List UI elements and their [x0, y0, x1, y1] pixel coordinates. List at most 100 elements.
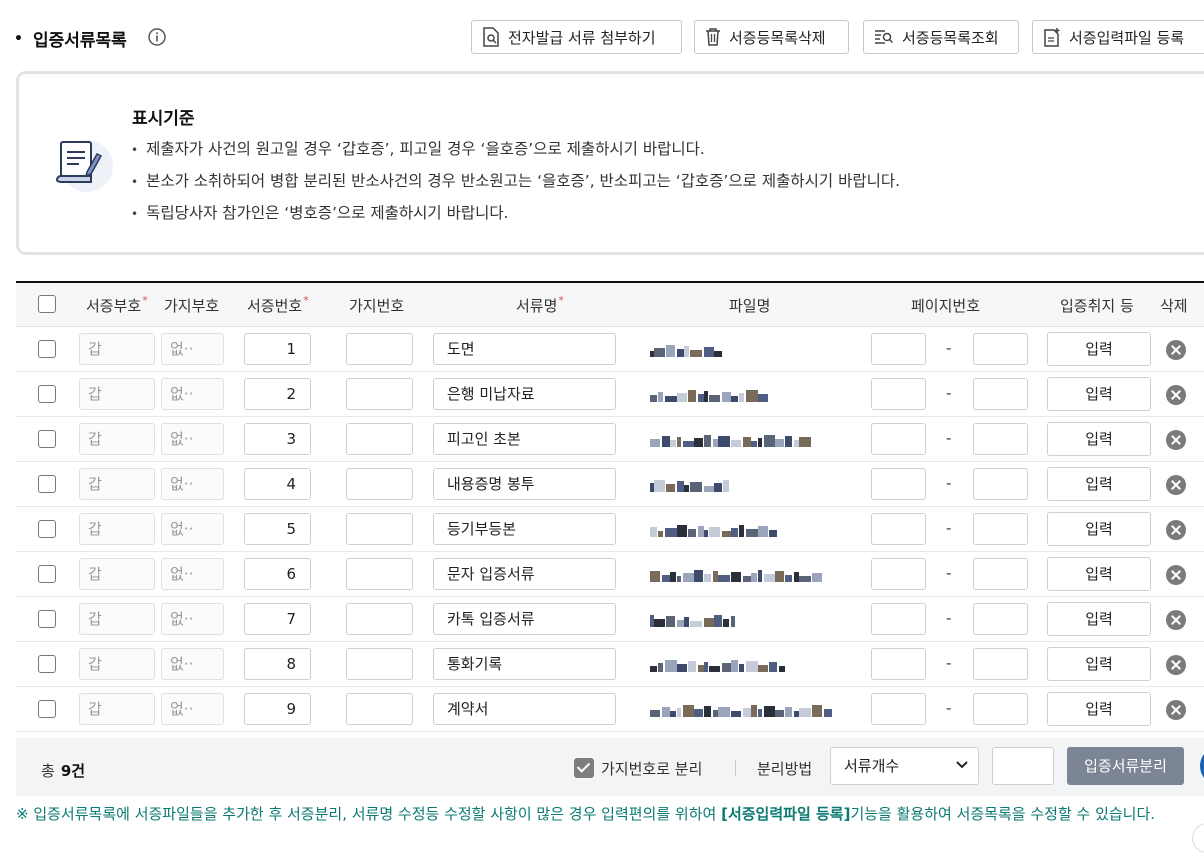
purpose-input-button[interactable]: 입력: [1047, 422, 1151, 456]
branch-no-input[interactable]: [346, 558, 413, 590]
delete-row-icon[interactable]: [1166, 385, 1186, 405]
redaction-block: [709, 395, 720, 402]
view-evidence-list-button[interactable]: 서증등목록조회: [863, 20, 1019, 54]
info-icon[interactable]: [147, 27, 167, 47]
purpose-input-button[interactable]: 입력: [1047, 692, 1151, 726]
page-from-input[interactable]: [871, 603, 926, 635]
redaction-block: [683, 573, 694, 582]
evidence-no-input[interactable]: 1: [244, 333, 311, 365]
split-method-select[interactable]: 서류개수: [830, 747, 979, 785]
row-checkbox[interactable]: [38, 430, 56, 448]
doc-name-input[interactable]: 도면: [433, 333, 616, 365]
floating-action-button[interactable]: [1200, 746, 1204, 786]
split-evidence-button[interactable]: 입증서류분리: [1067, 747, 1184, 785]
branch-no-input[interactable]: [346, 423, 413, 455]
doc-name-input[interactable]: 내용증명 봉투: [433, 468, 616, 500]
branch-no-input[interactable]: [346, 513, 413, 545]
scroll-top-button[interactable]: [1192, 823, 1204, 853]
page-to-input[interactable]: [973, 468, 1028, 500]
evidence-no-input[interactable]: 9: [244, 693, 311, 725]
purpose-input-button[interactable]: 입력: [1047, 602, 1151, 636]
redaction-block: [688, 529, 696, 537]
purpose-input-button[interactable]: 입력: [1047, 647, 1151, 681]
delete-row-icon[interactable]: [1166, 655, 1186, 675]
evidence-code-field: 갑: [79, 513, 155, 545]
redaction-block: [694, 438, 703, 447]
split-count-input[interactable]: [992, 747, 1054, 785]
doc-name-input[interactable]: 은행 미납자료: [433, 378, 616, 410]
doc-name-input[interactable]: 문자 입증서류: [433, 558, 616, 590]
branch-no-input[interactable]: [346, 603, 413, 635]
evidence-no-input[interactable]: 2: [244, 378, 311, 410]
page-from-input[interactable]: [871, 423, 926, 455]
delete-row-icon[interactable]: [1166, 520, 1186, 540]
row-checkbox[interactable]: [38, 610, 56, 628]
page-from-input[interactable]: [871, 693, 926, 725]
trash-icon: [706, 28, 720, 46]
page-to-input[interactable]: [973, 423, 1028, 455]
page-to-input[interactable]: [973, 333, 1028, 365]
doc-name-input[interactable]: 통화기록: [433, 648, 616, 680]
attach-electronic-docs-button[interactable]: 전자발급 서류 첨부하기: [471, 20, 682, 54]
evidence-no-input[interactable]: 5: [244, 513, 311, 545]
evidence-no-input[interactable]: 8: [244, 648, 311, 680]
delete-row-icon[interactable]: [1166, 700, 1186, 720]
row-checkbox[interactable]: [38, 385, 56, 403]
delete-row-icon[interactable]: [1166, 430, 1186, 450]
row-checkbox[interactable]: [38, 565, 56, 583]
evidence-no-input[interactable]: 7: [244, 603, 311, 635]
page-from-input[interactable]: [871, 378, 926, 410]
redaction-block: [758, 570, 762, 582]
select-all-checkbox[interactable]: [38, 295, 56, 313]
branch-no-input[interactable]: [346, 648, 413, 680]
purpose-input-button[interactable]: 입력: [1047, 467, 1151, 501]
row-checkbox[interactable]: [38, 475, 56, 493]
evidence-no-input[interactable]: 6: [244, 558, 311, 590]
evidence-no-input[interactable]: 3: [244, 423, 311, 455]
page-from-input[interactable]: [871, 513, 926, 545]
purpose-input-button[interactable]: 입력: [1047, 377, 1151, 411]
delete-row-icon[interactable]: [1166, 340, 1186, 360]
doc-name-input[interactable]: 카톡 입증서류: [433, 603, 616, 635]
page-from-input[interactable]: [871, 333, 926, 365]
table-row: 갑 없·· 7 카톡 입증서류 - 입력: [16, 597, 1204, 642]
row-checkbox[interactable]: [38, 655, 56, 673]
split-by-branch-checkbox[interactable]: [574, 758, 594, 778]
row-checkbox[interactable]: [38, 340, 56, 358]
page-to-input[interactable]: [973, 378, 1028, 410]
notice-list: 제출자가 사건의 원고일 경우 ‘갑호증’, 피고일 경우 ‘을호증’으로 제출…: [131, 138, 900, 234]
purpose-input-button[interactable]: 입력: [1047, 332, 1151, 366]
redaction-block: [688, 661, 696, 672]
delete-row-icon[interactable]: [1166, 610, 1186, 630]
page-to-input[interactable]: [973, 558, 1028, 590]
header-branch-no: 가지번호: [349, 297, 405, 315]
page-to-input[interactable]: [973, 513, 1028, 545]
redaction-block: [654, 619, 665, 627]
branch-no-input[interactable]: [346, 378, 413, 410]
branch-no-input[interactable]: [346, 468, 413, 500]
page-to-input[interactable]: [973, 603, 1028, 635]
evidence-code-field: 갑: [79, 558, 155, 590]
row-checkbox[interactable]: [38, 700, 56, 718]
evidence-no-input[interactable]: 4: [244, 468, 311, 500]
row-checkbox[interactable]: [38, 520, 56, 538]
page-to-input[interactable]: [973, 693, 1028, 725]
doc-name-input[interactable]: 등기부등본: [433, 513, 616, 545]
redaction-block: [743, 576, 751, 582]
file-name-redacted: [650, 660, 785, 672]
delete-row-icon[interactable]: [1166, 565, 1186, 585]
doc-name-input[interactable]: 계약서: [433, 693, 616, 725]
page-from-input[interactable]: [871, 648, 926, 680]
page-from-input[interactable]: [871, 558, 926, 590]
purpose-input-button[interactable]: 입력: [1047, 557, 1151, 591]
branch-no-input[interactable]: [346, 693, 413, 725]
doc-name-input[interactable]: 피고인 초본: [433, 423, 616, 455]
register-evidence-file-button[interactable]: 서증입력파일 등록: [1032, 20, 1204, 54]
page-to-input[interactable]: [973, 648, 1028, 680]
delete-evidence-list-button[interactable]: 서증등목록삭제: [694, 20, 849, 54]
delete-row-icon[interactable]: [1166, 475, 1186, 495]
page-from-input[interactable]: [871, 468, 926, 500]
purpose-input-button[interactable]: 입력: [1047, 512, 1151, 546]
redaction-block: [694, 709, 703, 717]
branch-no-input[interactable]: [346, 333, 413, 365]
